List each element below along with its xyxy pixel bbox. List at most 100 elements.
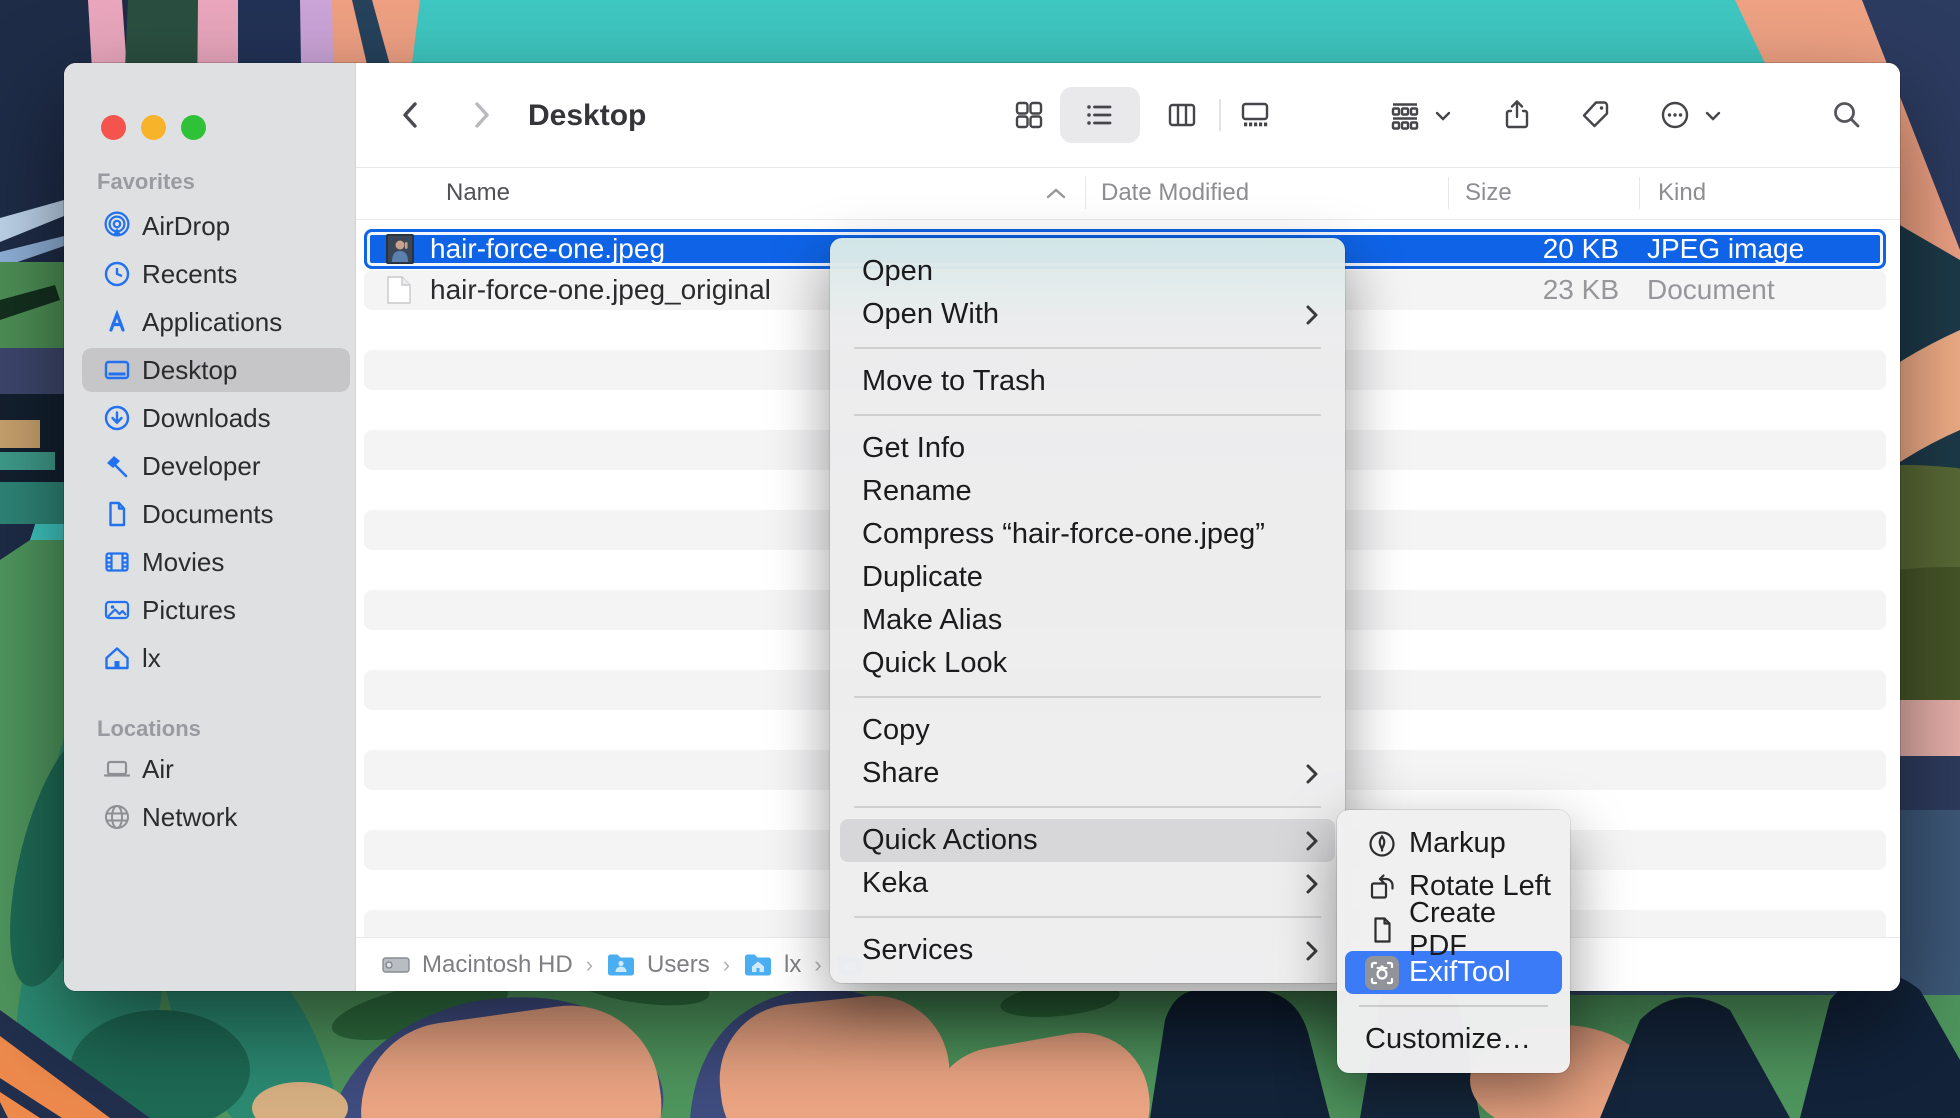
file-kind: JPEG image (1647, 233, 1804, 265)
exiftool-icon (1365, 956, 1399, 990)
context-menu: Open Open With Move to Trash Get Info Re… (830, 238, 1345, 983)
menu-item-open[interactable]: Open (830, 250, 1345, 293)
menu-item-quick-actions[interactable]: Quick Actions (840, 819, 1335, 862)
sidebar-item-network[interactable]: Network (64, 793, 355, 841)
desktop-screen: { "colors": { "selection_blue": "#0f63e6… (0, 0, 1960, 1118)
clock-icon (100, 257, 134, 291)
markup-icon (1365, 827, 1399, 861)
downloads-icon (100, 401, 134, 435)
column-header-name[interactable]: Name (446, 167, 510, 219)
submenu-chevron-icon (1305, 302, 1319, 328)
menu-separator (1359, 1005, 1548, 1007)
submenu-chevron-icon (1305, 871, 1319, 897)
menu-separator (854, 806, 1321, 808)
path-item-macintosh-hd[interactable]: Macintosh HD (381, 951, 573, 979)
blank-document-icon (386, 275, 414, 305)
path-chevron-icon: › (723, 952, 730, 978)
share-button[interactable] (1500, 98, 1534, 132)
column-headers: Name Date Modified Size Kind (356, 167, 1900, 220)
sidebar-item-home-lx[interactable]: lx (64, 634, 355, 682)
zoom-button[interactable] (181, 115, 206, 140)
hard-drive-icon (381, 952, 411, 978)
menu-item-share[interactable]: Share (830, 752, 1345, 795)
gallery-view-button[interactable] (1238, 98, 1272, 132)
desktop-icon (100, 353, 134, 387)
document-icon (100, 497, 134, 531)
menu-item-move-to-trash[interactable]: Move to Trash (830, 360, 1345, 403)
menu-item-rename[interactable]: Rename (830, 470, 1345, 513)
applications-icon (100, 305, 134, 339)
close-button[interactable] (101, 115, 126, 140)
menu-item-quick-look[interactable]: Quick Look (830, 642, 1345, 685)
file-kind: Document (1647, 274, 1775, 306)
column-header-size[interactable]: Size (1465, 167, 1512, 219)
column-divider[interactable] (1448, 177, 1449, 209)
column-header-kind[interactable]: Kind (1658, 167, 1706, 219)
more-options-button[interactable] (1658, 98, 1692, 132)
menu-separator (854, 696, 1321, 698)
rotate-left-icon (1365, 870, 1399, 904)
menu-item-duplicate[interactable]: Duplicate (830, 556, 1345, 599)
list-view-button[interactable] (1082, 98, 1116, 132)
sidebar-item-air[interactable]: Air (64, 745, 355, 793)
sidebar-item-movies[interactable]: Movies (64, 538, 355, 586)
sidebar-item-downloads[interactable]: Downloads (64, 394, 355, 442)
menu-item-get-info[interactable]: Get Info (830, 427, 1345, 470)
submenu-item-markup[interactable]: Markup (1337, 822, 1570, 865)
airdrop-icon (100, 209, 134, 243)
search-icon[interactable] (1830, 98, 1864, 132)
back-button[interactable] (394, 98, 428, 132)
sidebar-item-applications[interactable]: Applications (64, 298, 355, 346)
menu-item-keka[interactable]: Keka (830, 862, 1345, 905)
menu-item-services[interactable]: Services (830, 929, 1345, 972)
menu-item-copy[interactable]: Copy (830, 709, 1345, 752)
sidebar-section-favorites: Favorites (97, 169, 195, 195)
laptop-icon (100, 752, 134, 786)
submenu-chevron-icon (1305, 761, 1319, 787)
sidebar: Favorites AirDrop Recents (64, 63, 356, 991)
sidebar-item-airdrop[interactable]: AirDrop (64, 202, 355, 250)
forward-button[interactable] (464, 98, 498, 132)
submenu-chevron-icon (1305, 938, 1319, 964)
submenu-item-create-pdf[interactable]: Create PDF (1337, 908, 1570, 951)
menu-separator (854, 414, 1321, 416)
menu-separator (854, 916, 1321, 918)
column-divider[interactable] (1639, 177, 1640, 209)
sidebar-item-pictures[interactable]: Pictures (64, 586, 355, 634)
menu-separator (854, 347, 1321, 349)
sort-ascending-icon[interactable] (1046, 167, 1066, 219)
window-title: Desktop (528, 99, 646, 133)
submenu-item-customize[interactable]: Customize… (1337, 1018, 1570, 1061)
icon-view-button[interactable] (1012, 98, 1046, 132)
column-divider[interactable] (1085, 177, 1086, 209)
toolbar: Desktop (356, 63, 1900, 168)
sidebar-item-developer[interactable]: Developer (64, 442, 355, 490)
menu-item-open-with[interactable]: Open With (830, 293, 1345, 336)
more-chevron-down-icon[interactable] (1704, 98, 1722, 132)
film-icon (100, 545, 134, 579)
path-item-users[interactable]: Users (606, 951, 710, 979)
column-header-date-modified[interactable]: Date Modified (1101, 167, 1249, 219)
group-button[interactable] (1388, 98, 1422, 132)
folder-users-icon (606, 952, 636, 978)
path-chevron-icon: › (586, 952, 593, 978)
group-chevron-down-icon[interactable] (1434, 98, 1452, 132)
photo-icon (100, 593, 134, 627)
tags-button[interactable] (1578, 98, 1612, 132)
file-size: 20 KB (1464, 233, 1619, 265)
sidebar-item-desktop[interactable]: Desktop (64, 346, 355, 394)
file-size: 23 KB (1464, 274, 1619, 306)
path-chevron-icon: › (814, 952, 821, 978)
column-view-button[interactable] (1165, 98, 1199, 132)
file-name: hair-force-one.jpeg_original (430, 274, 771, 306)
hammer-icon (100, 449, 134, 483)
menu-item-compress[interactable]: Compress “hair-force-one.jpeg” (830, 513, 1345, 556)
submenu-chevron-icon (1305, 828, 1319, 854)
photo-thumbnail (386, 234, 414, 264)
sidebar-item-documents[interactable]: Documents (64, 490, 355, 538)
menu-item-make-alias[interactable]: Make Alias (830, 599, 1345, 642)
minimize-button[interactable] (141, 115, 166, 140)
path-item-lx[interactable]: lx (743, 951, 801, 979)
sidebar-item-recents[interactable]: Recents (64, 250, 355, 298)
folder-home-icon (743, 952, 773, 978)
